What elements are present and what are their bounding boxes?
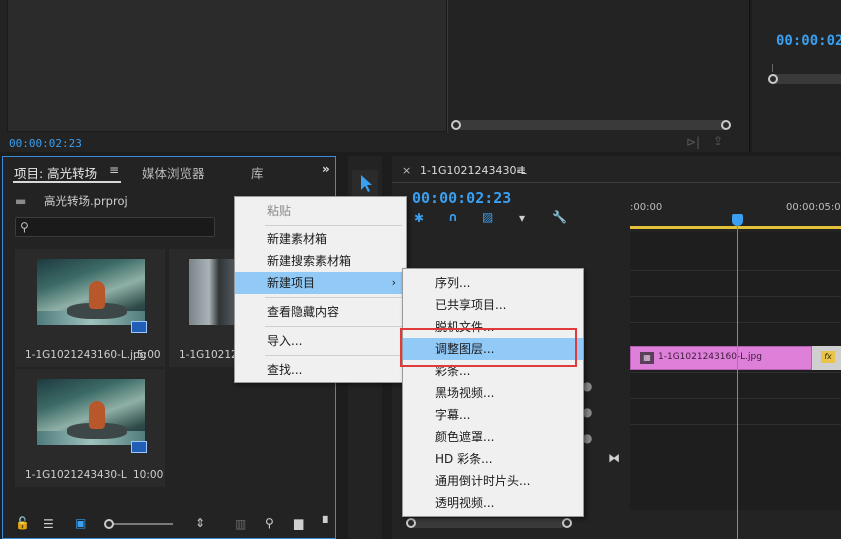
selection-tool-icon (361, 175, 372, 192)
menu-item-find[interactable]: 查找... (235, 359, 406, 381)
sort-icon[interactable]: ⇕ (195, 517, 205, 529)
tab-libraries[interactable]: 库 (251, 163, 264, 182)
ruler-label-5s: 00:00:05:00 (786, 202, 841, 213)
item-thumbnail (37, 259, 145, 325)
submenu-item-sequence[interactable]: 序列... (403, 272, 583, 294)
program-tick (772, 64, 773, 72)
submenu-item-shared-project[interactable]: 已共享项目... (403, 294, 583, 316)
search-icon: ⚲ (20, 220, 29, 234)
menu-item-import[interactable]: 导入... (235, 330, 406, 352)
context-menu: 粘贴 新建素材箱 新建搜索素材箱 新建项目 › 查看隐藏内容 导入... 查找.… (234, 196, 407, 383)
project-bottom-bar: 🔓 ☰ ▣ ⇕ ▥ ⚲ ▆ ▘ (3, 513, 335, 539)
chevron-right-icon: › (391, 276, 396, 289)
linked-selection-icon[interactable]: ▨ (482, 211, 493, 223)
lock-icon[interactable]: 🔓 (15, 517, 30, 529)
hamburger-icon[interactable]: ≡ (109, 164, 119, 176)
source-monitor-screen (7, 0, 447, 132)
item-name: 1-1G1021243160-L.jpg (25, 349, 147, 361)
submenu-item-color-matte[interactable]: 颜色遮罩... (403, 426, 583, 448)
new-item-icon[interactable]: ▘ (323, 517, 332, 529)
timeline-timecode[interactable]: 00:00:02:23 (412, 189, 511, 207)
new-bin-icon[interactable]: ▆ (294, 517, 303, 529)
menu-item-label: 新建项目 (267, 276, 316, 290)
fx-icon: ▦ (640, 352, 654, 364)
submenu-item-countdown[interactable]: 通用倒计时片头... (403, 470, 583, 492)
still-image-icon (131, 321, 147, 333)
list-view-icon[interactable]: ☰ (43, 518, 54, 530)
item-name: 1-1G1021243430-L (25, 469, 127, 481)
automate-icon[interactable]: ▥ (235, 518, 246, 530)
project-item[interactable]: 1-1G1021243160-L.jpg (169, 249, 239, 367)
search-input[interactable]: ⚲ (15, 217, 215, 237)
master-track-icon[interactable]: ⧓ (608, 452, 620, 464)
playhead-line[interactable] (737, 216, 738, 539)
scrollbar-left-handle[interactable] (451, 120, 461, 130)
zoom-slider-handle[interactable] (104, 519, 114, 529)
find-icon[interactable]: ⚲ (265, 517, 274, 529)
menu-item-new-item[interactable]: 新建项目 › (235, 272, 406, 294)
project-file-name: 高光转场.prproj (44, 194, 128, 208)
nest-icon[interactable]: ✱ (414, 212, 424, 224)
work-area-bar[interactable] (630, 226, 841, 229)
timeline-scroll-left[interactable] (406, 518, 416, 528)
menu-item-paste[interactable]: 粘贴 (235, 200, 406, 222)
source-zoom-scrollbar[interactable] (455, 120, 729, 130)
item-thumbnail (37, 379, 145, 445)
item-duration: 10:00 (133, 469, 164, 481)
source-timecode[interactable]: 00:00:02:23 (9, 137, 82, 150)
item-thumbnail (189, 259, 239, 325)
adjacent-clip[interactable]: fx (812, 346, 841, 370)
fx-badge: fx (821, 351, 835, 363)
submenu-item-hd-bars[interactable]: HD 彩条... (403, 448, 583, 470)
new-item-submenu: 序列... 已共享项目... 脱机文件... 调整图层... 彩条... 黑场视… (402, 268, 584, 517)
video-clip[interactable]: ▦ 1-1G1021243160-L.jpg (630, 346, 812, 370)
item-duration: 5:00 (137, 349, 161, 361)
tab-project[interactable]: 项目: 高光转场 (14, 163, 97, 182)
highlight-callout-box (400, 328, 577, 367)
submenu-item-title[interactable]: 字幕... (403, 404, 583, 426)
source-monitor: 00:00:02:23 ⊳| ⇪ (0, 0, 750, 152)
project-item[interactable]: 1-1G1021243160-L.jpg 5:00 (15, 249, 165, 367)
export-frame-icon[interactable]: ⇪ (713, 135, 723, 147)
selection-tool[interactable] (352, 170, 378, 196)
close-icon[interactable]: × (402, 165, 411, 176)
marker-icon[interactable]: ▾ (519, 212, 525, 224)
monitor-divider (447, 0, 448, 132)
sequence-icon (131, 441, 147, 453)
menu-item-new-bin[interactable]: 新建素材箱 (235, 228, 406, 250)
clip-label: 1-1G1021243160-L.jpg (658, 352, 762, 362)
tab-media-browser[interactable]: 媒体浏览器 (142, 163, 205, 182)
timeline-scroll-right[interactable] (562, 518, 572, 528)
chevron-double-right-icon[interactable]: » (322, 163, 330, 175)
folder-icon: ▬ (15, 194, 27, 208)
icon-view-icon[interactable]: ▣ (75, 517, 86, 529)
sequence-tab[interactable]: 1-1G1021243430-L (420, 164, 527, 177)
program-monitor: 00:00:02:2 (752, 0, 841, 152)
zoom-slider[interactable] (107, 523, 173, 525)
track-area[interactable] (630, 232, 841, 510)
snap-icon[interactable]: ∩ (448, 211, 458, 223)
menu-item-new-search-bin[interactable]: 新建搜索素材箱 (235, 250, 406, 272)
project-tabs: 项目: 高光转场 ≡ 媒体浏览器 库 » (3, 157, 335, 185)
wrench-icon[interactable]: 🔧 (552, 211, 567, 223)
program-scrollbar[interactable] (768, 74, 841, 84)
menu-item-view-hidden[interactable]: 查看隐藏内容 (235, 301, 406, 323)
timeline-scrollbar[interactable] (406, 518, 566, 528)
active-tab-underline (13, 181, 121, 183)
step-icon[interactable]: ⊳| (686, 136, 700, 148)
hamburger-icon[interactable]: ≡ (516, 164, 526, 176)
tab-divider (392, 182, 841, 183)
submenu-item-black-video[interactable]: 黑场视频... (403, 382, 583, 404)
program-scroll-handle[interactable] (768, 74, 778, 84)
project-item[interactable]: 1-1G1021243430-L 10:00 (15, 369, 165, 487)
program-timecode[interactable]: 00:00:02:2 (776, 33, 841, 49)
scrollbar-right-handle[interactable] (721, 120, 731, 130)
submenu-item-transparent-video[interactable]: 透明视频... (403, 492, 583, 514)
ruler-label-start: :00:00 (630, 202, 663, 213)
item-name: 1-1G1021243160-L.jpg (179, 349, 239, 361)
